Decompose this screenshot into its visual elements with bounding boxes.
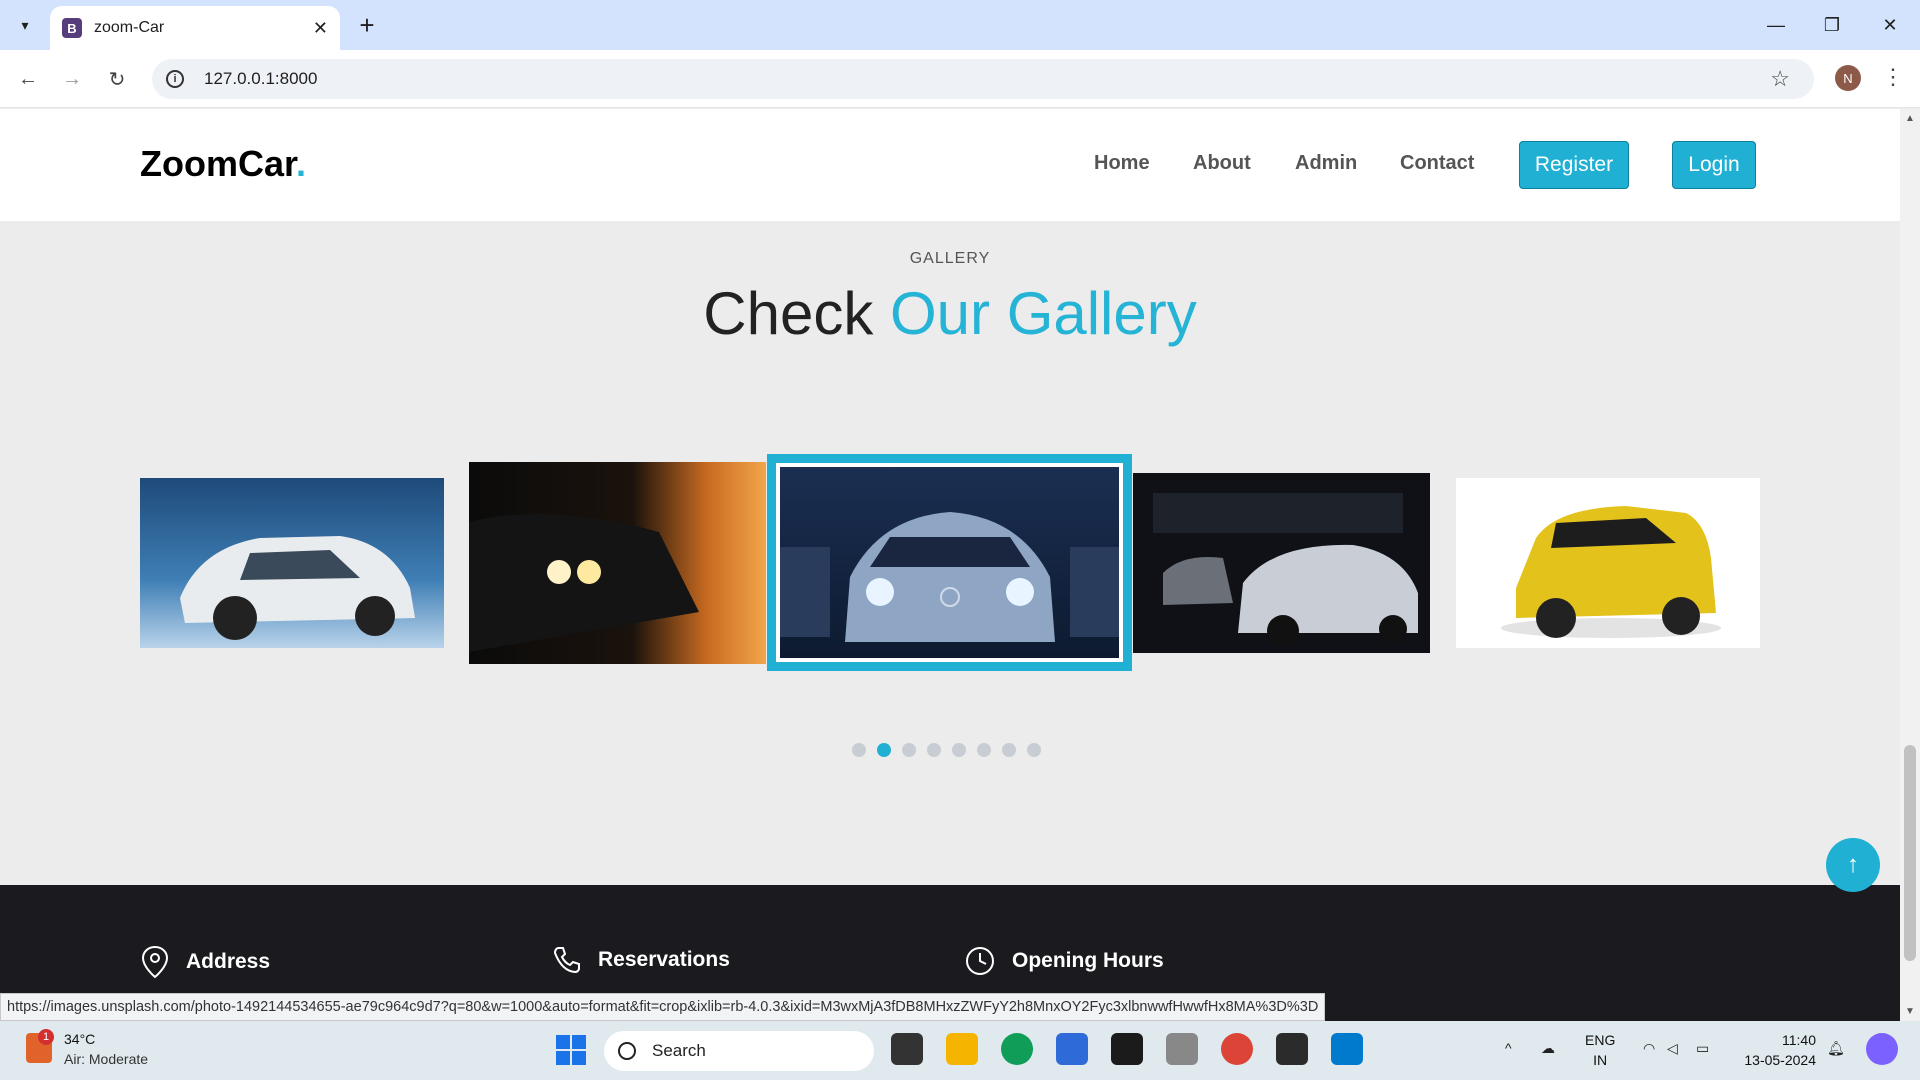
carousel-dot[interactable] bbox=[952, 743, 966, 757]
nav-contact[interactable]: Contact bbox=[1400, 152, 1474, 175]
file-explorer-icon[interactable] bbox=[946, 1033, 978, 1065]
footer-reservations: Reservations bbox=[552, 945, 730, 975]
bootstrap-favicon-icon: B bbox=[62, 18, 82, 38]
tab-close-icon[interactable]: ✕ bbox=[313, 18, 328, 39]
site-info-icon[interactable]: i bbox=[166, 70, 184, 88]
wifi-icon[interactable]: ◠ bbox=[1643, 1040, 1655, 1057]
footer-opening-hours: Opening Hours bbox=[964, 945, 1164, 977]
address-heading: Address bbox=[186, 950, 271, 973]
search-icon bbox=[618, 1042, 636, 1060]
task-view-icon[interactable] bbox=[891, 1033, 923, 1065]
scroll-thumb[interactable] bbox=[1904, 745, 1916, 961]
gallery-photo-white-car[interactable] bbox=[140, 478, 444, 648]
title-accent: Our Gallery bbox=[890, 280, 1197, 347]
browser-tab[interactable]: B zoom-Car ✕ bbox=[50, 6, 340, 50]
terminal-icon[interactable] bbox=[1276, 1033, 1308, 1065]
carousel-dot[interactable] bbox=[1027, 743, 1041, 757]
carousel-dot-active[interactable] bbox=[877, 743, 891, 757]
vscode-icon[interactable] bbox=[1331, 1033, 1363, 1065]
url-text: 127.0.0.1:8000 bbox=[204, 69, 318, 88]
link-status-bar: https://images.unsplash.com/photo-149214… bbox=[0, 993, 1326, 1021]
lang-code: ENG bbox=[1585, 1032, 1616, 1048]
carousel-pagination bbox=[852, 743, 1041, 757]
profile-avatar[interactable]: N bbox=[1835, 65, 1861, 91]
section-title: Check Our Gallery bbox=[0, 279, 1900, 348]
scroll-up-arrow-icon[interactable]: ▲ bbox=[1905, 113, 1915, 124]
map-pin-icon bbox=[141, 945, 169, 979]
gallery-photo-headlights-sunset[interactable] bbox=[469, 462, 766, 664]
address-bar[interactable]: i 127.0.0.1:8000 ☆ bbox=[152, 59, 1814, 99]
amazon-icon[interactable] bbox=[1166, 1033, 1198, 1065]
hours-heading: Opening Hours bbox=[1012, 949, 1164, 972]
reload-icon[interactable]: ↻ bbox=[101, 63, 133, 95]
weather-temp[interactable]: 34°C bbox=[64, 1031, 95, 1047]
restore-icon[interactable]: ❐ bbox=[1812, 10, 1852, 40]
logo-text: ZoomCar bbox=[140, 143, 297, 184]
carousel-dot[interactable] bbox=[927, 743, 941, 757]
carousel-dot[interactable] bbox=[852, 743, 866, 757]
volume-icon[interactable]: ◁ bbox=[1667, 1040, 1678, 1057]
web-page: ZoomCar. Home About Admin Contact Regist… bbox=[0, 109, 1900, 1021]
minimize-icon[interactable]: — bbox=[1756, 10, 1796, 40]
phone-icon bbox=[553, 947, 580, 974]
lang-region: IN bbox=[1593, 1052, 1608, 1068]
site-header: ZoomCar. Home About Admin Contact Regist… bbox=[0, 109, 1900, 221]
gallery-photo-mercedes-active[interactable] bbox=[767, 454, 1132, 671]
browser-toolbar: ← → ↻ i 127.0.0.1:8000 ☆ N ⋮ bbox=[0, 50, 1920, 108]
notification-bell-icon[interactable]: 🔔︎ bbox=[1827, 1040, 1845, 1057]
forward-arrow-icon[interactable]: → bbox=[56, 63, 88, 95]
clock-icon bbox=[966, 947, 994, 975]
gallery-photo-yellow-suv[interactable] bbox=[1456, 478, 1760, 648]
edge-browser-icon[interactable] bbox=[1001, 1033, 1033, 1065]
search-placeholder: Search bbox=[652, 1041, 706, 1060]
taskbar-search[interactable]: Search bbox=[604, 1031, 874, 1071]
bookmark-star-icon[interactable]: ☆ bbox=[1770, 66, 1790, 92]
onedrive-icon[interactable]: ☁ bbox=[1541, 1040, 1555, 1057]
chrome-icon[interactable] bbox=[1221, 1033, 1253, 1065]
register-button[interactable]: Register bbox=[1519, 141, 1629, 189]
battery-icon[interactable]: ▭ bbox=[1696, 1040, 1709, 1057]
gallery-photo-white-camaro[interactable] bbox=[1133, 473, 1430, 653]
browser-menu-icon[interactable]: ⋮ bbox=[1882, 64, 1904, 90]
system-clock[interactable]: 11:40 13-05-2024 bbox=[1740, 1030, 1816, 1070]
weather-air-quality[interactable]: Air: Moderate bbox=[64, 1051, 148, 1067]
login-button[interactable]: Login bbox=[1672, 141, 1756, 189]
nav-home[interactable]: Home bbox=[1094, 152, 1150, 175]
title-plain: Check bbox=[703, 280, 890, 347]
tray-overflow-chevron-icon[interactable]: ^ bbox=[1505, 1040, 1512, 1056]
tab-search-chevron-icon[interactable]: ▾ bbox=[8, 8, 42, 42]
back-arrow-icon[interactable]: ← bbox=[12, 63, 44, 95]
window-close-icon[interactable]: ✕ bbox=[1870, 10, 1910, 40]
clock-date: 13-05-2024 bbox=[1744, 1052, 1816, 1068]
weather-notification-badge: 1 bbox=[38, 1029, 54, 1045]
dropbox-icon[interactable] bbox=[1111, 1033, 1143, 1065]
carousel-dot[interactable] bbox=[977, 743, 991, 757]
nav-admin[interactable]: Admin bbox=[1295, 152, 1357, 175]
tab-title: zoom-Car bbox=[94, 19, 165, 36]
windows-start-icon[interactable] bbox=[556, 1035, 586, 1065]
input-language[interactable]: ENG IN bbox=[1585, 1030, 1615, 1070]
carousel-dot[interactable] bbox=[1002, 743, 1016, 757]
nav-about[interactable]: About bbox=[1193, 152, 1251, 175]
new-tab-plus-icon[interactable]: + bbox=[352, 10, 382, 40]
site-logo[interactable]: ZoomCar. bbox=[140, 143, 306, 185]
section-label: GALLERY bbox=[909, 250, 991, 267]
reservations-heading: Reservations bbox=[598, 948, 730, 971]
logo-dot: . bbox=[296, 143, 307, 184]
back-to-top-arrow-icon[interactable]: ↑ bbox=[1826, 838, 1880, 892]
browser-tab-bar: ▾ B zoom-Car ✕ + — ❐ ✕ bbox=[0, 0, 1920, 50]
copilot-icon[interactable] bbox=[1866, 1033, 1898, 1065]
scroll-down-arrow-icon[interactable]: ▼ bbox=[1905, 1006, 1915, 1017]
microsoft-store-icon[interactable] bbox=[1056, 1033, 1088, 1065]
page-scrollbar[interactable]: ▲ ▼ bbox=[1900, 109, 1920, 1021]
windows-taskbar: 1 34°C Air: Moderate Search ^ ☁ ENG IN ◠… bbox=[0, 1021, 1920, 1080]
carousel-dot[interactable] bbox=[902, 743, 916, 757]
clock-time: 11:40 bbox=[1782, 1032, 1816, 1048]
footer-address: Address bbox=[140, 945, 270, 979]
